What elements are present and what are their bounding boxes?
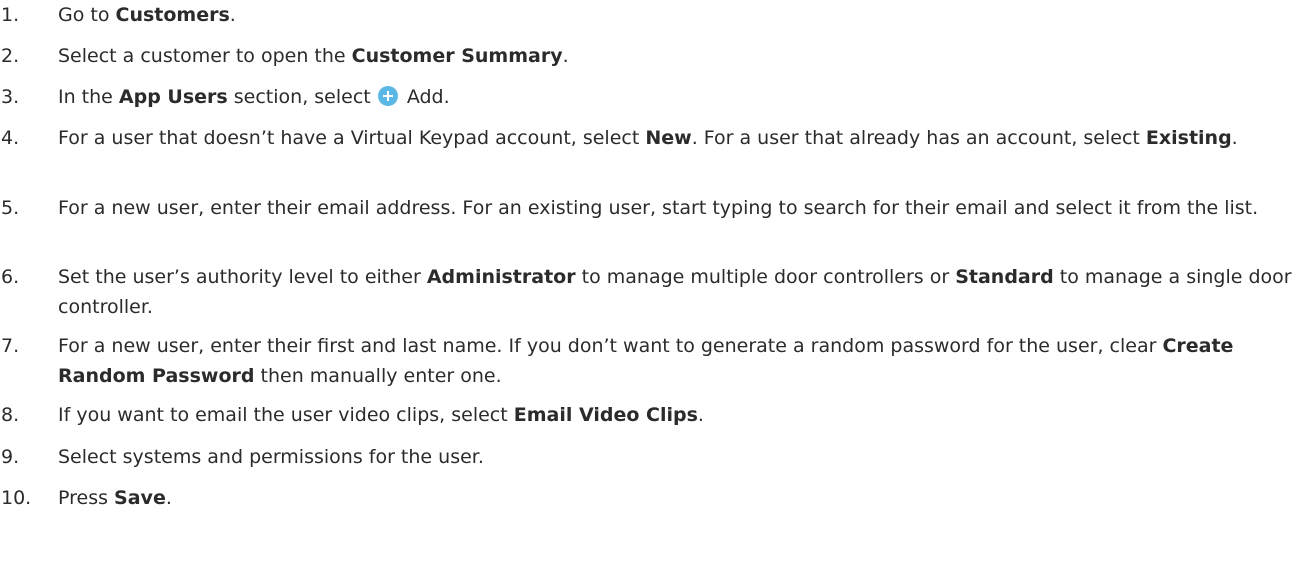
step-number: 6. <box>1 266 20 288</box>
step-text-run: section, select <box>227 86 377 108</box>
step-text: If you want to email the user video clip… <box>58 404 704 426</box>
step-text-run: Set the user’s authority level to either <box>58 266 427 288</box>
step-text-run: . <box>229 4 236 26</box>
step-text-run: Press <box>58 487 115 509</box>
step-item: 7. For a new user, enter their first and … <box>0 331 1303 391</box>
step-number: 10. <box>1 487 32 509</box>
step-text: Select a customer to open the Customer S… <box>58 45 569 67</box>
step-number: 7. <box>1 335 20 357</box>
step-number: 4. <box>1 127 20 149</box>
ui-term: Standard <box>955 266 1054 288</box>
step-text-run: . <box>165 487 172 509</box>
step-text: For a new user, enter their first and la… <box>58 335 1233 387</box>
step-item: 6. Set the user’s authority level to eith… <box>0 262 1303 322</box>
step-number: 5. <box>1 197 20 219</box>
step-number: 3. <box>1 86 20 108</box>
ui-term: Customer Summary <box>351 45 563 67</box>
step-text-run: . <box>1231 127 1238 149</box>
ui-term: Existing <box>1145 127 1232 149</box>
step-item: 3. In the App Users section, select Add. <box>0 82 1303 112</box>
step-number: 9. <box>1 446 20 468</box>
add-icon <box>377 86 398 106</box>
ui-term: New <box>645 127 692 149</box>
step-text: For a user that doesn’t have a Virtual K… <box>58 127 1238 149</box>
ui-term: Administrator <box>426 266 576 288</box>
step-text-run: Add. <box>400 86 450 108</box>
step-number: 1. <box>1 4 20 26</box>
step-text: Go to Customers. <box>58 4 236 26</box>
ui-term: Email Video Clips <box>513 404 698 426</box>
step-text-run: . <box>697 404 704 426</box>
step-text: For a new user, enter their email addres… <box>58 197 1258 219</box>
step-text-run: For a new user, enter their email addres… <box>58 197 1259 219</box>
step-item: 2. Select a customer to open the Customer… <box>0 41 1303 71</box>
step-text: Press Save. <box>58 487 172 509</box>
step-text: Set the user’s authority level to either… <box>58 266 1292 318</box>
step-text: Select systems and permissions for the u… <box>58 446 484 468</box>
ui-term: Customers <box>115 4 230 26</box>
step-item: 9. Select systems and permissions for the… <box>0 442 1303 472</box>
step-text-run: Select systems and permissions for the u… <box>58 446 484 468</box>
step-text-run: . <box>562 45 569 67</box>
step-text: In the App Users section, select Add. <box>58 86 450 108</box>
step-text-run: If you want to email the user video clip… <box>58 404 514 426</box>
step-number: 2. <box>1 45 20 67</box>
step-text-run: to manage multiple door controllers or <box>575 266 956 288</box>
step-item: 4. For a user that doesn’t have a Virtual… <box>0 123 1298 153</box>
step-text-run: For a new user, enter their first and la… <box>58 335 1163 357</box>
step-text-run: Go to <box>58 4 116 26</box>
step-item: 8. If you want to email the user video cl… <box>0 400 1303 430</box>
step-item: 10. Press Save. <box>0 483 1303 513</box>
step-text-run: Select a customer to open the <box>58 45 352 67</box>
step-number: 8. <box>1 404 20 426</box>
step-item: 1. Go to Customers. <box>0 0 1303 30</box>
ui-term: Save <box>114 487 166 509</box>
step-text-run: For a user that doesn’t have a Virtual K… <box>58 127 646 149</box>
instructions-document: 1. Go to Customers. 2. Select a customer to… <box>0 0 1313 588</box>
step-text-run: then manually enter one. <box>254 365 502 387</box>
step-item: 5. For a new user, enter their email addr… <box>0 193 1303 223</box>
step-text-run: In the <box>58 86 119 108</box>
ui-term: App Users <box>118 86 228 108</box>
step-text-run: . For a user that already has an account… <box>691 127 1146 149</box>
